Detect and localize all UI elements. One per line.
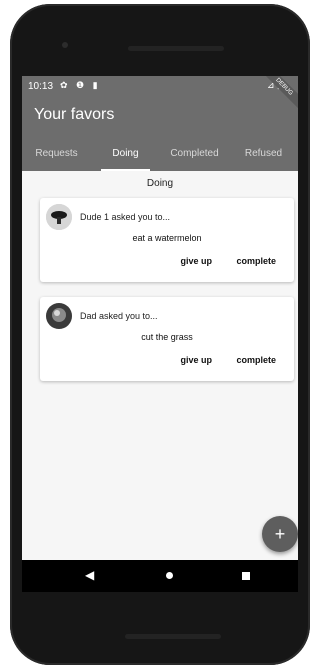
favor-card: Dad asked you to... cut the grass give u… — [40, 297, 294, 381]
add-favor-button[interactable]: + — [262, 516, 298, 552]
status-bar: 10:13 ✿ ❶ ▮ ⊿ ▮ — [22, 76, 298, 96]
tab-refused[interactable]: Refused — [229, 143, 298, 171]
give-up-button[interactable]: give up — [180, 256, 212, 266]
requester-text: Dad asked you to... — [80, 311, 158, 321]
complete-button[interactable]: complete — [236, 355, 276, 365]
status-icons: ✿ ❶ ▮ — [60, 80, 101, 90]
favor-task: cut the grass — [141, 332, 193, 342]
recents-icon[interactable] — [242, 572, 250, 580]
favor-card: Dude 1 asked you to... eat a watermelon … — [40, 198, 294, 282]
bottom-speaker — [125, 634, 221, 639]
tab-bar: Requests Doing Completed Refused — [22, 143, 298, 171]
front-sensor — [62, 42, 68, 48]
complete-button[interactable]: complete — [236, 256, 276, 266]
card-actions: give up complete — [158, 355, 276, 365]
give-up-button[interactable]: give up — [180, 355, 212, 365]
page-title: Your favors — [34, 106, 115, 123]
top-speaker — [128, 46, 224, 51]
status-time: 10:13 — [28, 81, 54, 92]
favor-task: eat a watermelon — [132, 233, 202, 243]
avatar — [46, 303, 72, 329]
tab-doing[interactable]: Doing — [91, 143, 160, 171]
system-nav-bar: ◀ — [22, 560, 298, 592]
avatar — [46, 204, 72, 230]
card-actions: give up complete — [158, 256, 276, 266]
section-title: Doing — [146, 178, 174, 189]
back-icon[interactable]: ◀ — [85, 568, 94, 582]
tab-completed[interactable]: Completed — [160, 143, 229, 171]
home-icon[interactable] — [166, 572, 173, 579]
tab-requests[interactable]: Requests — [22, 143, 91, 171]
app-screen: 10:13 ✿ ❶ ▮ ⊿ ▮ DEBUG Your favors Reques… — [22, 76, 298, 560]
app-bar: 10:13 ✿ ❶ ▮ ⊿ ▮ DEBUG Your favors Reques… — [22, 76, 298, 171]
requester-text: Dude 1 asked you to... — [80, 212, 171, 222]
